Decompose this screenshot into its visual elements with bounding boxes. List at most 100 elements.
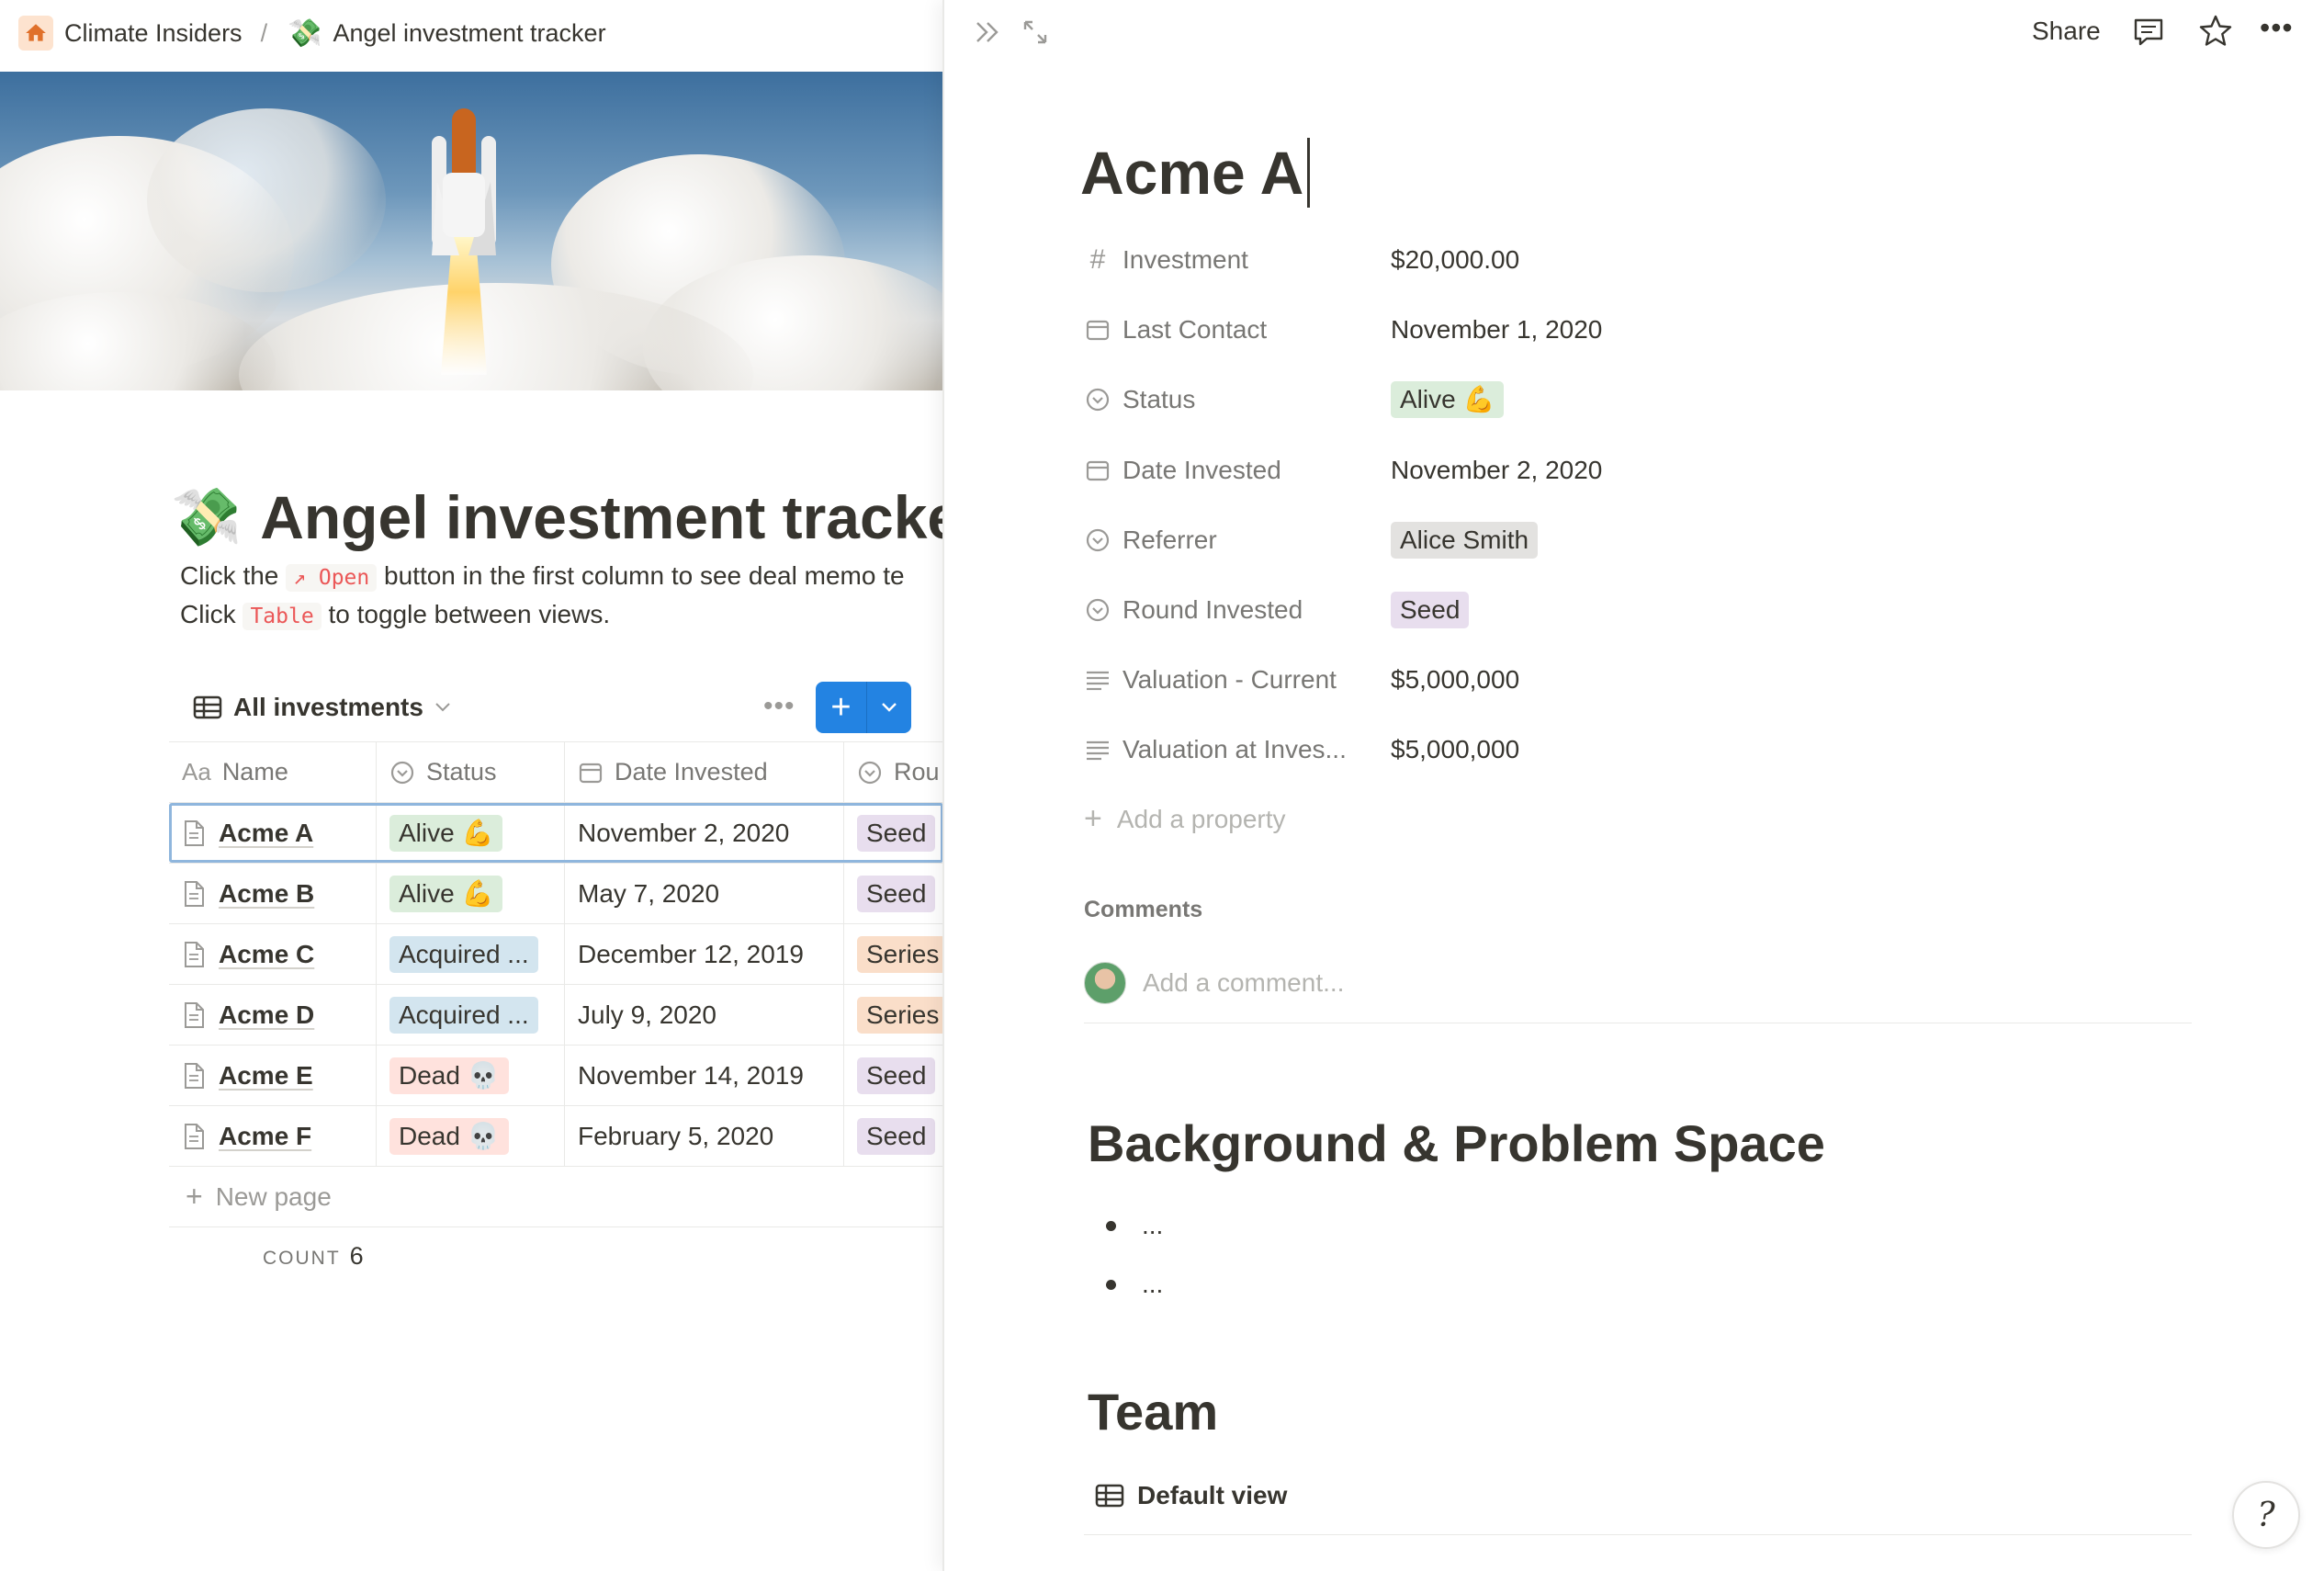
table-row[interactable]: Acme A Alive 💪 November 2, 2020 Seed xyxy=(169,803,943,864)
status-cell[interactable]: Alive 💪 xyxy=(377,803,565,863)
row-name[interactable]: Acme C xyxy=(219,940,314,969)
property-label[interactable]: Date Invested xyxy=(1084,456,1391,485)
date-cell[interactable]: November 2, 2020 xyxy=(565,803,844,863)
property-label[interactable]: Valuation - Current xyxy=(1084,665,1391,695)
table-body: Acme A Alive 💪 November 2, 2020 Seed Acme BA… xyxy=(169,803,943,1167)
plus-icon[interactable]: + xyxy=(816,682,867,733)
property-value[interactable]: $5,000,000 xyxy=(1391,665,1519,694)
breadcrumb-workspace[interactable]: Climate Insiders xyxy=(64,19,243,48)
description-line-2: Click Table to toggle between views. xyxy=(180,600,611,630)
bullet-icon xyxy=(1106,1220,1116,1231)
name-cell[interactable]: Acme F xyxy=(169,1106,377,1166)
new-page-row[interactable]: + New page xyxy=(169,1167,943,1227)
round-cell[interactable]: Seed xyxy=(844,864,943,923)
property-row[interactable]: Last Contact November 1, 2020 xyxy=(1084,306,2186,354)
row-name[interactable]: Acme D xyxy=(219,1000,314,1030)
home-icon[interactable] xyxy=(18,16,53,51)
date-cell[interactable]: February 5, 2020 xyxy=(565,1106,844,1166)
name-cell[interactable]: Acme E xyxy=(169,1045,377,1105)
money-icon: 💸 xyxy=(288,17,322,49)
property-tag[interactable]: Seed xyxy=(1391,592,1470,628)
status-cell[interactable]: Dead 💀 xyxy=(377,1045,565,1105)
property-label[interactable]: # Investment xyxy=(1084,245,1391,275)
page-icon xyxy=(182,1123,206,1150)
avatar xyxy=(1084,961,1126,1004)
section-heading-background[interactable]: Background & Problem Space xyxy=(1088,1113,1825,1173)
column-header-name[interactable]: Aa Name xyxy=(169,742,377,802)
name-cell[interactable]: Acme D xyxy=(169,985,377,1045)
table-row[interactable]: Acme E Dead 💀 November 14, 2019 Seed xyxy=(169,1045,943,1106)
money-icon[interactable]: 💸 xyxy=(171,484,242,551)
table-row[interactable]: Acme B Alive 💪 May 7, 2020 Seed xyxy=(169,864,943,924)
breadcrumb-page[interactable]: Angel investment tracker xyxy=(333,19,605,48)
round-badge: Seed xyxy=(857,875,936,912)
share-button[interactable]: Share xyxy=(2032,17,2101,46)
table-code-chip: Table xyxy=(243,603,322,630)
property-tag[interactable]: Alive 💪 xyxy=(1391,381,1505,418)
property-value[interactable]: $5,000,000 xyxy=(1391,735,1519,763)
property-row[interactable]: Valuation - Current $5,000,000 xyxy=(1084,656,2186,704)
column-header-status[interactable]: Status xyxy=(377,742,565,802)
add-property-button[interactable]: + Add a property xyxy=(1084,801,1286,837)
status-cell[interactable]: Dead 💀 xyxy=(377,1106,565,1166)
list-item[interactable]: ... xyxy=(1106,1211,1163,1240)
more-icon[interactable]: ••• xyxy=(763,691,795,722)
comment-input[interactable]: Add a comment... xyxy=(1143,968,1344,998)
round-cell[interactable]: Seed xyxy=(844,803,943,863)
chevron-down-icon[interactable] xyxy=(867,682,911,733)
property-row[interactable]: # Investment $20,000.00 xyxy=(1084,236,2186,284)
peek-page-title[interactable]: Acme A xyxy=(1080,138,1311,208)
expand-icon[interactable] xyxy=(1020,17,1051,52)
property-row[interactable]: Round Invested Seed xyxy=(1084,586,2186,634)
column-header-date-invested[interactable]: Date Invested xyxy=(565,742,844,802)
property-value[interactable]: November 1, 2020 xyxy=(1391,315,1602,344)
count-summary[interactable]: COUNT 6 xyxy=(263,1242,364,1271)
table-row[interactable]: Acme F Dead 💀 February 5, 2020 Seed xyxy=(169,1106,943,1167)
date-cell[interactable]: November 14, 2019 xyxy=(565,1045,844,1105)
table-row[interactable]: Acme D Acquired ... July 9, 2020 Series xyxy=(169,985,943,1045)
star-icon[interactable] xyxy=(2197,13,2234,54)
property-label[interactable]: Valuation at Inves... xyxy=(1084,735,1391,764)
list-item[interactable]: ... xyxy=(1106,1270,1163,1299)
name-cell[interactable]: Acme B xyxy=(169,864,377,923)
status-cell[interactable]: Alive 💪 xyxy=(377,864,565,923)
section-heading-team[interactable]: Team xyxy=(1088,1382,1218,1441)
column-header-round[interactable]: Rou xyxy=(844,742,943,802)
date-cell[interactable]: December 12, 2019 xyxy=(565,924,844,984)
more-icon[interactable]: ••• xyxy=(2260,11,2294,45)
view-switcher[interactable]: All investments xyxy=(171,693,451,722)
round-cell[interactable]: Series xyxy=(844,985,943,1045)
help-icon[interactable]: ? xyxy=(2232,1481,2300,1549)
select-icon xyxy=(1084,386,1111,413)
property-label[interactable]: Last Contact xyxy=(1084,315,1391,345)
comment-composer[interactable]: Add a comment... xyxy=(1084,948,2192,1023)
name-cell[interactable]: Acme A xyxy=(169,803,377,863)
property-value[interactable]: $20,000.00 xyxy=(1391,245,1519,274)
date-cell[interactable]: July 9, 2020 xyxy=(565,985,844,1045)
row-name[interactable]: Acme A xyxy=(219,819,313,848)
round-cell[interactable]: Seed xyxy=(844,1106,943,1166)
row-name[interactable]: Acme E xyxy=(219,1061,313,1091)
property-row[interactable]: Valuation at Inves... $5,000,000 xyxy=(1084,726,2186,774)
status-cell[interactable]: Acquired ... xyxy=(377,924,565,984)
property-tag[interactable]: Alice Smith xyxy=(1391,522,1539,559)
date-cell[interactable]: May 7, 2020 xyxy=(565,864,844,923)
property-row[interactable]: Referrer Alice Smith xyxy=(1084,516,2186,564)
default-view-tab[interactable]: Default view xyxy=(1095,1481,1287,1510)
property-row[interactable]: Status Alive 💪 xyxy=(1084,376,2186,424)
name-cell[interactable]: Acme C xyxy=(169,924,377,984)
property-label[interactable]: Status xyxy=(1084,385,1391,414)
round-cell[interactable]: Series xyxy=(844,924,943,984)
table-row[interactable]: Acme C Acquired ... December 12, 2019 Serie… xyxy=(169,924,943,985)
round-cell[interactable]: Seed xyxy=(844,1045,943,1105)
new-entry-button[interactable]: + xyxy=(816,682,911,733)
property-row[interactable]: Date Invested November 2, 2020 xyxy=(1084,446,2186,494)
status-cell[interactable]: Acquired ... xyxy=(377,985,565,1045)
property-value[interactable]: November 2, 2020 xyxy=(1391,456,1602,484)
close-peek-icon[interactable] xyxy=(972,17,1003,52)
property-label[interactable]: Round Invested xyxy=(1084,595,1391,625)
property-label[interactable]: Referrer xyxy=(1084,526,1391,555)
comment-icon[interactable] xyxy=(2131,15,2166,54)
row-name[interactable]: Acme B xyxy=(219,879,314,909)
row-name[interactable]: Acme F xyxy=(219,1122,311,1151)
